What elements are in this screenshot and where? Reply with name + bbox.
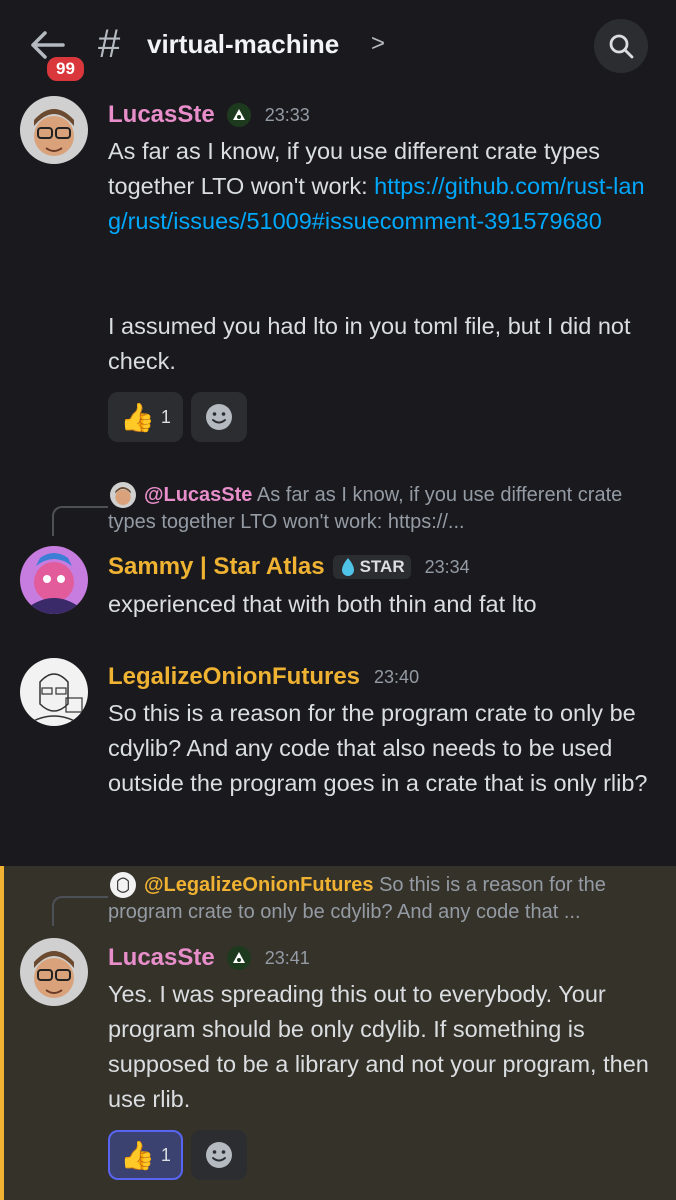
add-reaction-button[interactable] xyxy=(190,1130,247,1180)
message-text: I assumed you had lto in you toml file, … xyxy=(108,313,631,374)
reply-preview[interactable]: @LegalizeOnionFutures So this is a reaso… xyxy=(108,872,660,926)
channel-name[interactable]: virtual-machine xyxy=(147,28,339,60)
reply-connector xyxy=(52,896,108,926)
search-icon xyxy=(609,34,634,59)
thumbs-up-icon: 👍 xyxy=(120,1139,155,1171)
hashtag-icon: # xyxy=(98,22,121,66)
message[interactable]: @LegalizeOnionFutures So this is a reaso… xyxy=(0,870,676,1200)
back-button[interactable]: 99 xyxy=(24,22,87,84)
reaction-thumbs-up[interactable]: 👍 1 xyxy=(108,1130,183,1180)
search-button[interactable] xyxy=(594,19,648,73)
message[interactable]: LucasSte 23:33 As far as I know, if you … xyxy=(0,96,676,456)
smiley-icon xyxy=(205,404,232,430)
timestamp: 23:41 xyxy=(264,947,310,968)
avatar[interactable] xyxy=(20,96,88,164)
message-text: experienced that with both thin and fat … xyxy=(108,591,537,617)
unread-badge: 99 xyxy=(44,54,87,84)
channel-header: 99 # virtual-machine > xyxy=(0,0,676,92)
avatar[interactable] xyxy=(20,938,88,1006)
smiley-icon xyxy=(205,1142,232,1168)
timestamp: 23:34 xyxy=(424,556,470,577)
message[interactable]: @LucasSte As far as I know, if you use d… xyxy=(0,480,676,630)
timestamp: 23:40 xyxy=(374,666,420,687)
reply-mention[interactable]: @LucasSte xyxy=(144,484,252,506)
username[interactable]: LucasSte xyxy=(108,101,215,129)
reply-preview[interactable]: @LucasSte As far as I know, if you use d… xyxy=(108,482,660,536)
reply-mention[interactable]: @LegalizeOnionFutures xyxy=(144,874,374,896)
reaction-count: 1 xyxy=(160,1144,171,1165)
server-tag-icon xyxy=(226,103,251,127)
server-tag-icon xyxy=(226,946,251,970)
role-label: STAR xyxy=(359,557,405,576)
reply-connector xyxy=(52,506,108,536)
message-content: As far as I know, if you use different c… xyxy=(108,134,660,239)
role-badge[interactable]: STAR xyxy=(332,555,411,579)
message-text: So this is a reason for the program crat… xyxy=(108,700,648,796)
reaction-thumbs-up[interactable]: 👍 1 xyxy=(108,392,183,442)
thumbs-up-icon: 👍 xyxy=(120,401,155,433)
diamond-icon xyxy=(341,558,354,576)
chevron-right-icon[interactable]: > xyxy=(371,29,385,59)
username[interactable]: LucasSte xyxy=(108,944,215,972)
reaction-count: 1 xyxy=(160,406,171,427)
timestamp: 23:33 xyxy=(264,104,310,125)
avatar[interactable] xyxy=(20,546,88,614)
add-reaction-button[interactable] xyxy=(190,392,247,442)
username[interactable]: Sammy | Star Atlas xyxy=(108,553,325,581)
message[interactable]: LegalizeOnionFutures 23:40 So this is a … xyxy=(0,658,676,838)
message-text: Yes. I was spreading this out to everybo… xyxy=(108,981,649,1112)
username[interactable]: LegalizeOnionFutures xyxy=(108,663,360,691)
avatar[interactable] xyxy=(20,658,88,726)
